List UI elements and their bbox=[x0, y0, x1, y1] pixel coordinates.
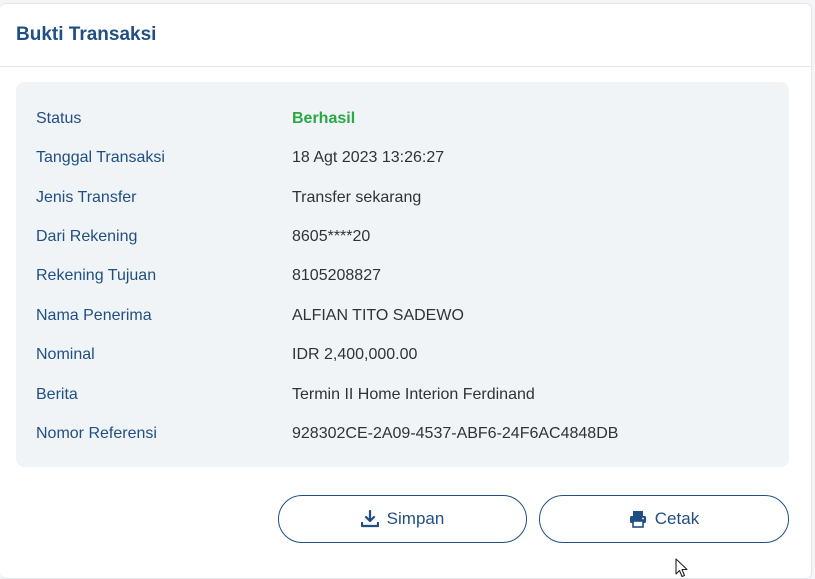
source-account-value: 8605****20 bbox=[292, 228, 371, 245]
print-button-label: Cetak bbox=[654, 509, 700, 528]
page-title: Bukti Transaksi bbox=[16, 24, 157, 45]
destination-account-label: Rekening Tujuan bbox=[36, 267, 157, 284]
amount-label: Nominal bbox=[36, 346, 95, 363]
note-value: Termin II Home Interion Ferdinand bbox=[292, 386, 535, 403]
note-label: Berita bbox=[36, 386, 78, 403]
transfer-type-value: Transfer sekarang bbox=[292, 189, 422, 206]
printer-icon bbox=[629, 510, 647, 528]
recipient-name-label: Nama Penerima bbox=[36, 307, 152, 324]
destination-account-value: 8105208827 bbox=[292, 267, 381, 284]
source-account-label: Dari Rekening bbox=[36, 228, 138, 245]
recipient-name-value: ALFIAN TITO SADEWO bbox=[292, 307, 464, 324]
print-button[interactable]: Cetak bbox=[539, 495, 789, 543]
save-button-label: Simpan bbox=[386, 509, 445, 528]
status-label: Status bbox=[36, 110, 82, 127]
transaction-receipt-card: Bukti Transaksi Status Berhasil Tanggal … bbox=[0, 3, 812, 579]
download-icon bbox=[360, 510, 379, 528]
amount-value: IDR 2,400,000.00 bbox=[292, 346, 418, 363]
reference-value: 928302CE-2A09-4537-ABF6-24F6AC4848DB bbox=[292, 425, 619, 442]
status-value: Berhasil bbox=[292, 110, 356, 127]
date-value: 18 Agt 2023 13:26:27 bbox=[292, 149, 445, 166]
card-header: Bukti Transaksi bbox=[0, 4, 811, 67]
reference-label: Nomor Referensi bbox=[36, 425, 157, 442]
date-label: Tanggal Transaksi bbox=[36, 149, 165, 166]
mouse-cursor-icon bbox=[675, 558, 688, 578]
transfer-type-label: Jenis Transfer bbox=[36, 189, 137, 206]
save-button[interactable]: Simpan bbox=[278, 495, 527, 543]
transaction-details: Status Berhasil Tanggal Transaksi 18 Agt… bbox=[16, 82, 789, 467]
